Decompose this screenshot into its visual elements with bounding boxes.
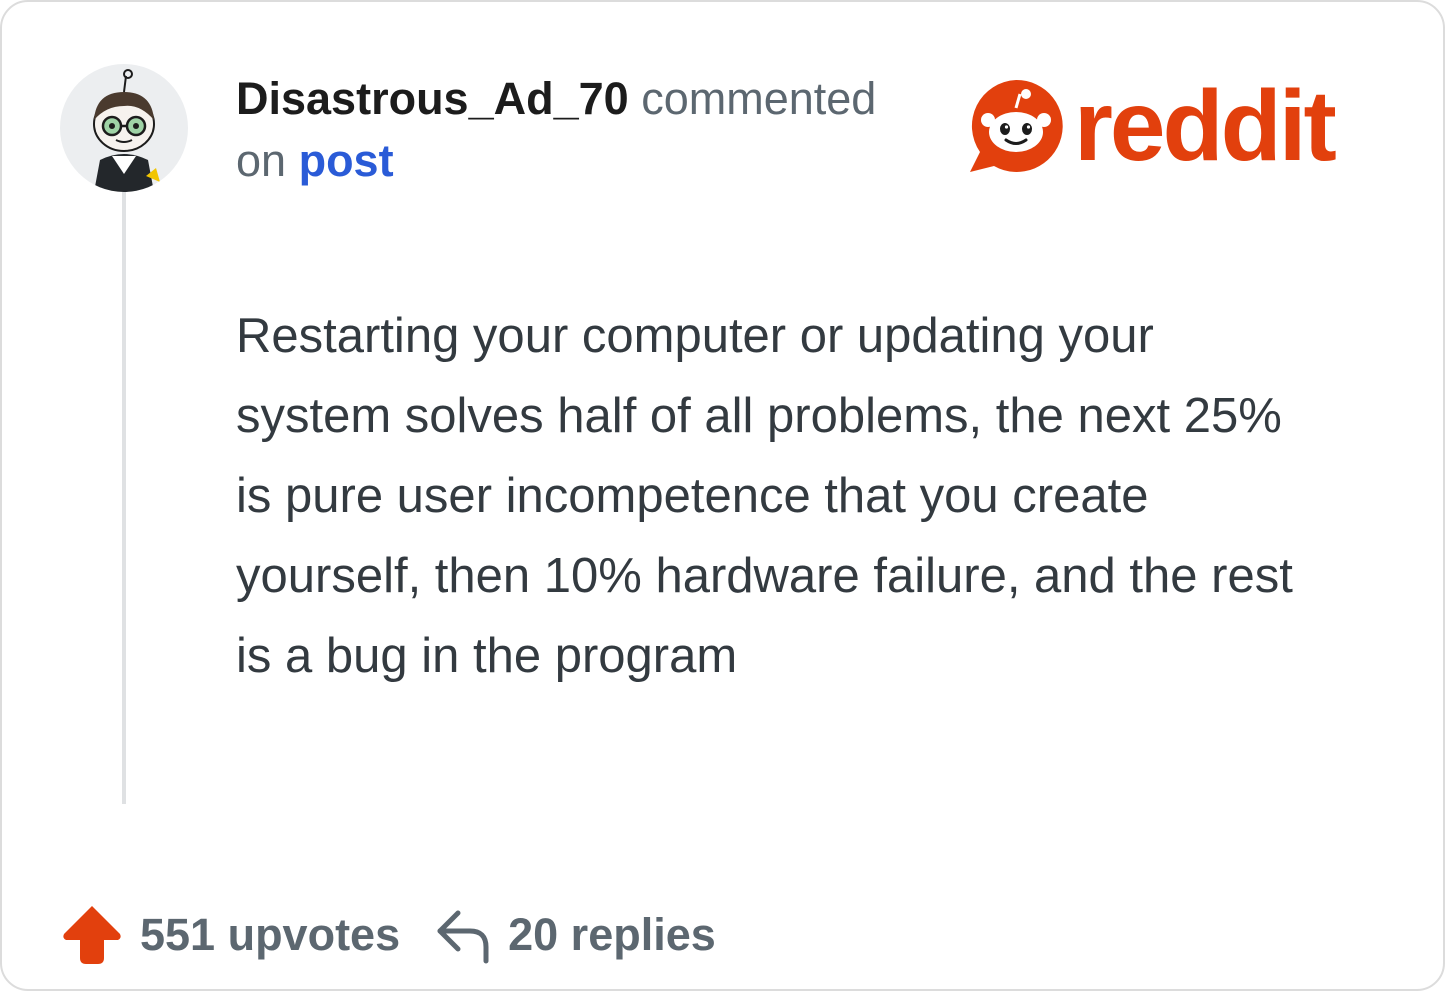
post-link[interactable]: post <box>299 135 394 186</box>
reddit-wordmark: reddit <box>1074 70 1337 182</box>
header-line-1: Disastrous_Ad_70 commented <box>236 68 936 130</box>
comment-footer: 551 upvotes 20 replies <box>60 902 716 968</box>
reddit-logo: reddit <box>964 70 1337 182</box>
reddit-snoo-icon <box>970 79 1063 172</box>
avatar-icon[interactable] <box>60 64 188 192</box>
upvotes-count: 551 upvotes <box>140 909 401 960</box>
action-text: commented <box>641 73 877 124</box>
reply-arrow-icon[interactable] <box>432 905 494 965</box>
username-link[interactable]: Disastrous_Ad_70 <box>236 73 629 124</box>
comment-card: Disastrous_Ad_70 commented on post reddi… <box>0 0 1445 991</box>
upvote-arrow-icon[interactable] <box>60 902 124 968</box>
replies-count[interactable]: 20 replies <box>508 909 716 961</box>
thread-line <box>122 192 126 804</box>
header-line-2: on post <box>236 130 936 192</box>
on-text: on <box>236 135 287 186</box>
comment-header: Disastrous_Ad_70 commented on post <box>236 68 936 192</box>
comment-body: Restarting your computer or updating you… <box>236 309 1293 683</box>
